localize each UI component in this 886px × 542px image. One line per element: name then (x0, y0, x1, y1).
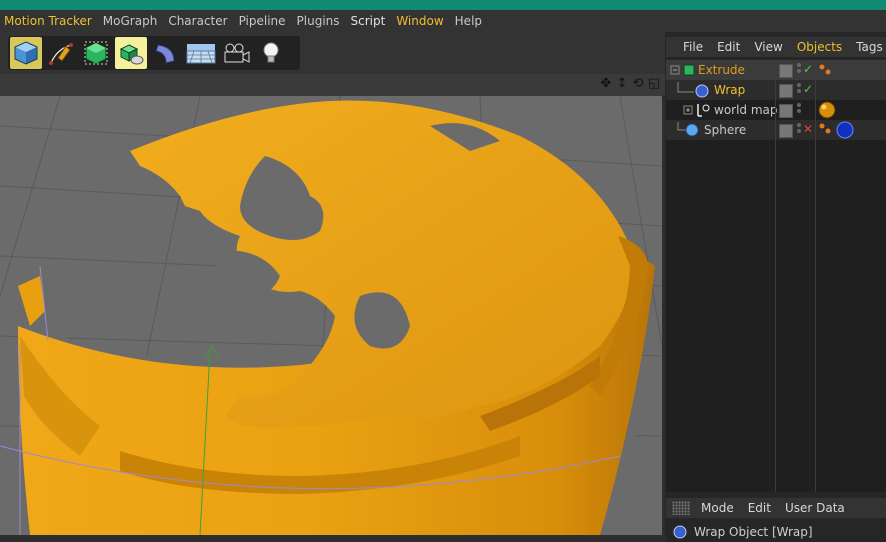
objects-manager: File Edit View Objects Tags Extrude ✓ Wr… (665, 32, 886, 542)
objects-menu-objects[interactable]: Objects (790, 40, 849, 54)
tool-light-button[interactable] (255, 37, 287, 69)
panel-grip-icon[interactable] (672, 501, 690, 515)
object-tree: Extrude ✓ Wrap ✓ world map Sphere ✕ (666, 60, 886, 492)
tool-cube-button[interactable] (10, 37, 42, 69)
render-flag-icon[interactable] (779, 124, 793, 138)
attributes-menu-edit[interactable]: Edit (741, 501, 778, 515)
tool-camera-button[interactable] (220, 37, 252, 69)
visibility-dots-icon[interactable] (797, 63, 801, 77)
cube-primitive-icon (14, 41, 38, 65)
object-row-world-map[interactable]: world map (666, 100, 886, 120)
bend-deformer-icon (155, 44, 175, 64)
move-view-icon[interactable]: ✥ (599, 76, 613, 92)
object-row-sphere[interactable]: Sphere ✕ (666, 120, 886, 140)
viewport-nav-controls: ✥ ↕ ⟲ ◱ (599, 76, 661, 92)
title-bar (0, 0, 886, 10)
tool-cloner-button[interactable] (115, 37, 147, 69)
objects-menu-edit[interactable]: Edit (710, 40, 747, 54)
wrap-deformer-icon (677, 82, 709, 98)
visibility-dots-icon[interactable] (797, 83, 801, 97)
main-toolbar (0, 32, 665, 74)
enabled-check[interactable]: ✓ (803, 82, 813, 96)
column-divider (815, 60, 816, 492)
maximize-view-icon[interactable]: ◱ (647, 76, 661, 92)
viewport-scene (0, 96, 662, 535)
objects-menu-file[interactable]: File (676, 40, 710, 54)
visibility-dots-icon[interactable] (797, 103, 801, 117)
menu-pipeline[interactable]: Pipeline (235, 10, 293, 32)
tool-pen-button[interactable] (45, 37, 77, 69)
light-bulb-icon (263, 42, 279, 63)
material-tag-icon[interactable] (818, 101, 836, 119)
object-name: Sphere (704, 123, 747, 137)
cloner-array-icon (119, 44, 144, 65)
disabled-cross[interactable]: ✕ (803, 122, 813, 136)
tool-bend-button[interactable] (150, 37, 182, 69)
objects-menubar: File Edit View Objects Tags (666, 37, 886, 57)
dolly-view-icon[interactable]: ↕ (615, 76, 629, 92)
object-row-wrap[interactable]: Wrap ✓ (666, 80, 886, 100)
camera-icon (224, 43, 250, 63)
rotate-view-icon[interactable]: ⟲ (631, 76, 645, 92)
sphere-icon (677, 122, 699, 137)
attributes-menu-mode[interactable]: Mode (694, 501, 741, 515)
tool-group (8, 36, 300, 70)
object-row-extrude[interactable]: Extrude ✓ (666, 60, 886, 80)
tag-dots-icon[interactable] (818, 62, 836, 78)
objects-menu-tags[interactable]: Tags (849, 40, 886, 54)
object-name: world map (714, 103, 778, 117)
wrap-object-icon (673, 525, 687, 539)
column-divider (775, 60, 776, 492)
menu-mograph[interactable]: MoGraph (99, 10, 165, 32)
menu-motion-tracker[interactable]: Motion Tracker (0, 10, 99, 32)
3d-viewport[interactable] (0, 96, 662, 535)
enabled-check[interactable]: ✓ (803, 62, 813, 76)
attributes-title: Wrap Object [Wrap] (694, 525, 813, 539)
pen-spline-icon (49, 43, 73, 65)
spline-icon (683, 104, 710, 117)
menu-help[interactable]: Help (451, 10, 489, 32)
tool-floor-button[interactable] (185, 37, 217, 69)
menu-plugins[interactable]: Plugins (293, 10, 347, 32)
floor-environment-icon (186, 44, 216, 64)
menu-script[interactable]: Script (347, 10, 393, 32)
object-name: Wrap (714, 83, 746, 97)
main-menubar: Motion Tracker MoGraph Character Pipelin… (0, 10, 886, 32)
visibility-dots-icon[interactable] (797, 123, 801, 137)
render-flag-icon[interactable] (779, 84, 793, 98)
render-flag-icon[interactable] (779, 104, 793, 118)
attributes-menubar: Mode Edit User Data (666, 498, 886, 518)
subdivision-surface-icon (84, 41, 108, 65)
attributes-menu-user-data[interactable]: User Data (778, 501, 852, 515)
render-flag-icon[interactable] (779, 64, 793, 78)
menu-window[interactable]: Window (392, 10, 450, 32)
menu-character[interactable]: Character (164, 10, 234, 32)
tree-expand-icon[interactable] (670, 62, 696, 78)
attributes-title-row: Wrap Object [Wrap] (666, 522, 886, 542)
objects-menu-view[interactable]: View (747, 40, 789, 54)
tool-subdivision-button[interactable] (80, 37, 112, 69)
object-name: Extrude (698, 63, 745, 77)
sphere-tags-icon[interactable] (818, 121, 854, 139)
viewport-header: ✥ ↕ ⟲ ◱ (0, 74, 665, 97)
